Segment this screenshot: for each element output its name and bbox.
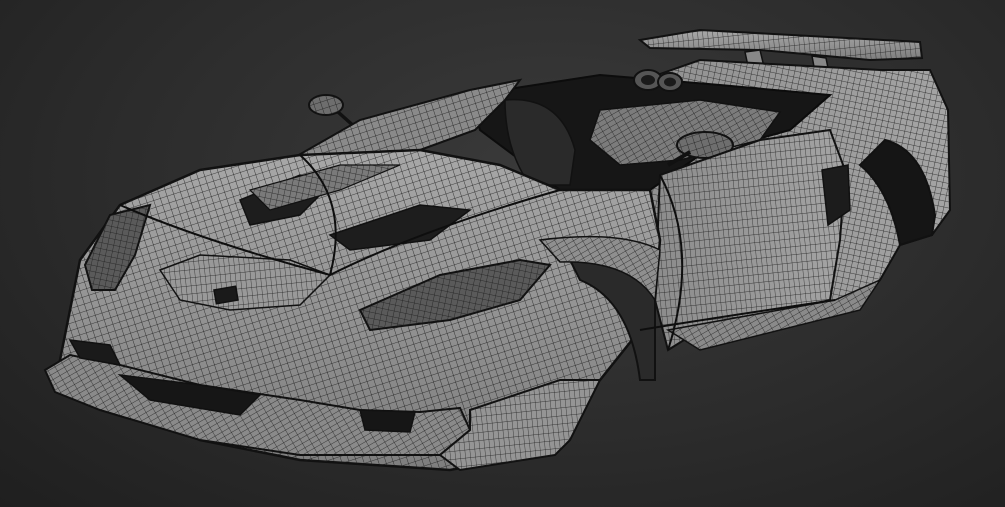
3d-viewport[interactable]	[0, 0, 1005, 507]
car-wireframe-render	[43, 28, 952, 472]
left-mirror	[308, 94, 358, 130]
